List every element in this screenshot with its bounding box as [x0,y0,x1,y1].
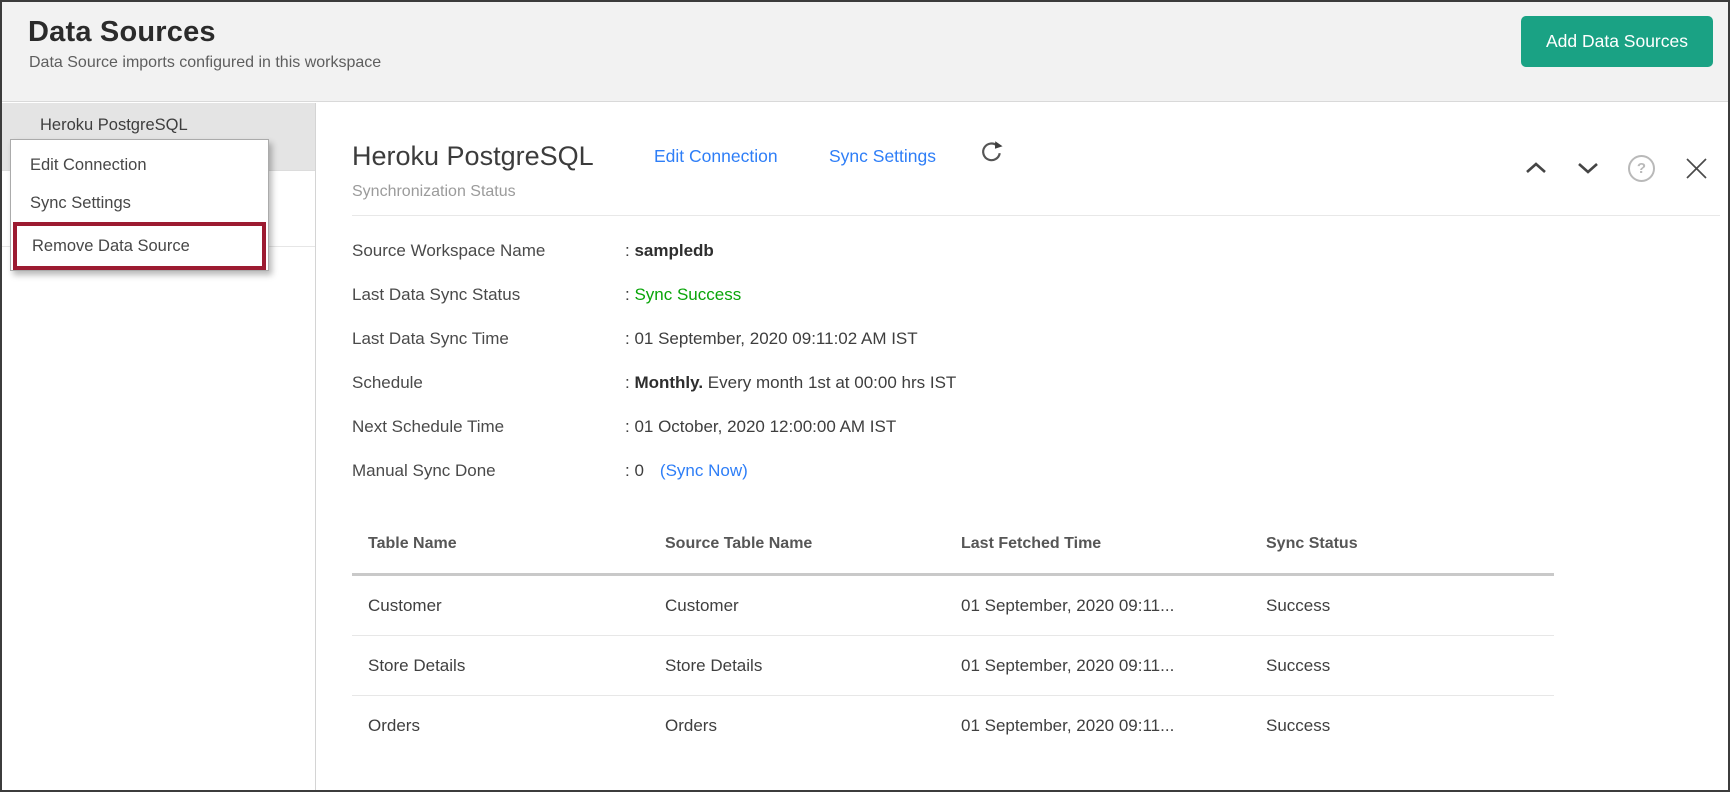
kv-value: : 01 October, 2020 12:00:00 AM IST [625,417,896,437]
cell-table-name: Customer [368,595,442,615]
col-header-table-name: Table Name [368,535,457,552]
data-source-context-menu: Edit Connection Sync Settings Remove Dat… [10,139,269,271]
kv-value-text: Every month 1st at 00:00 hrs IST [703,373,957,392]
kv-label: Last Data Sync Status [352,285,521,304]
remove-highlight-ring: Remove Data Source [13,222,266,270]
tables-sync-table: Table Name Source Table Name Last Fetche… [352,524,1554,756]
kv-label: Next Schedule Time [352,417,505,436]
cell-sync-status: Success [1266,655,1331,675]
cell-table-name: Orders [368,716,420,735]
kv-value: : sampledb [625,241,714,261]
cell-source-table-name: Store Details [665,655,763,675]
kv-value: : Monthly. Every month 1st at 00:00 hrs … [625,373,956,393]
sync-info-row: Last Data Sync Status : Sync Success [352,273,956,317]
chevron-up-icon[interactable] [1524,161,1548,175]
menu-item-remove-data-source[interactable]: Remove Data Source [17,226,262,266]
col-header-source-table-name: Source Table Name [665,535,813,552]
help-icon[interactable]: ? [1628,154,1655,182]
edit-connection-link[interactable]: Edit Connection [654,146,778,167]
cell-last-fetched-time: 01 September, 2020 09:11... [961,716,1175,735]
kv-label: Schedule [352,373,423,392]
cell-last-fetched-time: 01 September, 2020 09:11... [961,595,1175,615]
sync-status-success: Sync Success [634,285,742,304]
table-row-orders: Orders Orders 01 September, 2020 09:11..… [352,696,1554,756]
table-row-customer: Customer Customer 01 September, 2020 09:… [352,576,1554,636]
cell-last-fetched-time: 01 September, 2020 09:11... [961,655,1175,675]
panel-controls: ? [1524,153,1710,183]
data-source-title: Heroku PostgreSQL [352,141,594,171]
sync-info-row: Schedule : Monthly. Every month 1st at 0… [352,361,956,405]
sync-settings-link[interactable]: Sync Settings [829,146,936,167]
kv-value: : Sync Success [625,285,741,305]
page-subtitle: Data Source imports configured in this w… [29,54,382,71]
table-row-store-details: Store Details Store Details 01 September… [352,636,1554,696]
menu-item-sync-settings[interactable]: Sync Settings [11,184,268,222]
kv-label: Last Data Sync Time [352,329,509,348]
sync-info-row: Next Schedule Time : 01 October, 2020 12… [352,405,956,449]
page-title: Data Sources [28,16,216,48]
kv-value-text: 01 September, 2020 09:11:02 AM IST [634,329,918,348]
data-sources-page: Data Sources Data Source imports configu… [0,0,1730,792]
section-label-sync-status: Synchronization Status [352,183,516,200]
kv-label: Source Workspace Name [352,241,546,260]
cell-source-table-name: Customer [665,595,739,615]
kv-value-text: 01 October, 2020 12:00:00 AM IST [634,417,897,436]
sync-info-row: Manual Sync Done : 0 (Sync Now) [352,449,956,493]
cell-sync-status: Success [1266,716,1331,735]
page-header: Data Sources Data Source imports configu… [2,2,1728,102]
section-divider [352,215,1720,216]
chevron-down-icon[interactable] [1576,161,1600,175]
kv-value-bold: Monthly. [634,373,704,392]
cell-source-table-name: Orders [665,716,717,735]
table-header-row: Table Name Source Table Name Last Fetche… [352,524,1554,564]
refresh-icon[interactable] [979,139,1004,164]
col-header-last-fetched-time: Last Fetched Time [961,535,1102,552]
kv-value: : 01 September, 2020 09:11:02 AM IST [625,329,918,349]
sync-info-list: Source Workspace Name : sampledb Last Da… [352,229,956,493]
kv-value-bold: sampledb [634,241,714,260]
cell-sync-status: Success [1266,595,1331,615]
data-source-detail-panel: Heroku PostgreSQL Edit Connection Sync S… [317,103,1728,790]
col-header-sync-status: Sync Status [1266,535,1358,552]
cell-table-name: Store Details [368,655,466,675]
sidebar-item-label: Heroku PostgreSQL [40,116,188,134]
add-data-sources-button[interactable]: Add Data Sources [1520,16,1713,67]
sync-info-row: Last Data Sync Time : 01 September, 2020… [352,317,956,361]
kv-value: : 0 (Sync Now) [625,461,748,481]
kv-value-text: 0 [634,461,644,480]
menu-item-edit-connection[interactable]: Edit Connection [11,146,268,184]
kv-label: Manual Sync Done [352,461,496,480]
sync-now-link[interactable]: (Sync Now) [660,461,748,480]
sync-info-row: Source Workspace Name : sampledb [352,229,956,273]
close-icon[interactable] [1683,155,1710,182]
